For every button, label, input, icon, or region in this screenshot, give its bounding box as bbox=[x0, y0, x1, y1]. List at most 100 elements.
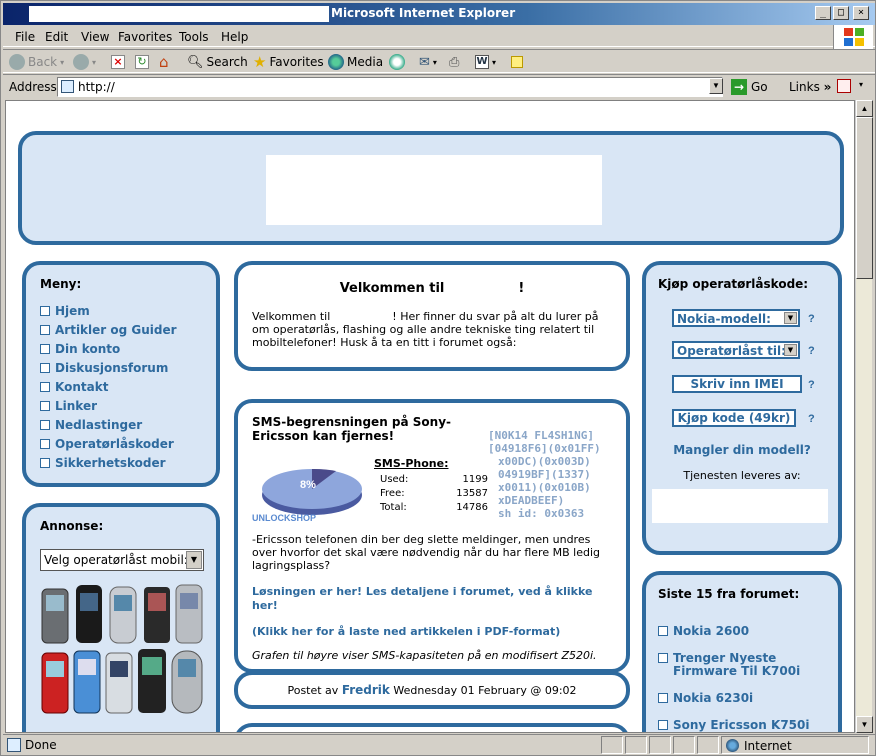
article-body: -Ericsson telefonen din ber deg slette m… bbox=[252, 533, 600, 572]
sms-row-used: Used: 1199 bbox=[380, 474, 488, 485]
operator-select[interactable]: Operatørlåst til: ▼ bbox=[672, 341, 800, 359]
mail-button[interactable]: ✉ ▾ bbox=[419, 53, 437, 71]
pdf-icon[interactable] bbox=[837, 79, 851, 93]
globe-icon bbox=[726, 739, 739, 752]
window-title: Microsoft Internet Explorer bbox=[331, 6, 516, 20]
checkbox-icon bbox=[658, 693, 668, 703]
status-cell bbox=[649, 736, 671, 754]
welcome-text: Velkommen til! Her finner du svar på alt… bbox=[252, 310, 599, 349]
imei-button[interactable]: Skriv inn IMEI bbox=[672, 375, 802, 393]
forum-panel: Siste 15 fra forumet: Nokia 2600 Trenger… bbox=[642, 571, 842, 732]
ad-panel: Annonse: Velg operatørlåst mobil: ▼ bbox=[22, 503, 220, 732]
scroll-thumb[interactable] bbox=[856, 117, 873, 279]
address-bar: Address http:// ▼ → Go Links » ▾ bbox=[3, 74, 875, 98]
welcome-panel: Velkommen til! Velkommen til! Her finner… bbox=[234, 261, 630, 371]
unlockshop-logo: UNLOCKSHOP bbox=[252, 513, 317, 523]
vertical-scrollbar[interactable]: ▲ ▼ bbox=[855, 100, 873, 733]
nokia-model-select[interactable]: Nokia-modell: ▼ bbox=[672, 309, 800, 327]
nav-sikkerhetskoder[interactable]: Sikkerhetskoder bbox=[40, 453, 202, 472]
title-bar: Microsoft Internet Explorer _ □ × bbox=[3, 3, 875, 25]
buy-code-button[interactable]: Kjøp kode (49kr) bbox=[672, 409, 796, 427]
model-help-icon[interactable]: ? bbox=[808, 313, 815, 325]
imei-help-icon[interactable]: ? bbox=[808, 379, 815, 391]
back-arrow-icon bbox=[9, 54, 25, 70]
menu-view[interactable]: View bbox=[81, 30, 109, 44]
history-button[interactable] bbox=[389, 53, 405, 71]
mail-icon: ✉ bbox=[419, 54, 430, 70]
forward-arrow-icon bbox=[73, 54, 89, 70]
checkbox-icon bbox=[40, 419, 50, 430]
refresh-button[interactable]: ↻ bbox=[135, 53, 149, 71]
home-button[interactable]: ⌂ bbox=[159, 53, 169, 71]
menu-title: Meny: bbox=[40, 277, 82, 291]
back-button[interactable]: Back ▾ bbox=[9, 53, 64, 71]
print-icon: ⎙ bbox=[449, 54, 460, 70]
edit-button[interactable]: W ▾ bbox=[475, 53, 496, 71]
menu-panel: Meny: Hjem Artikler og Guider Din konto … bbox=[22, 261, 220, 487]
scroll-down-icon[interactable]: ▼ bbox=[856, 716, 873, 733]
zone-text: Internet bbox=[744, 739, 792, 753]
star-icon: ★ bbox=[253, 53, 267, 71]
menu-edit[interactable]: Edit bbox=[45, 30, 68, 44]
flashing-code-image: [N0K14 FL4SH1NG] [04918F6](0x01FF) x00DC… bbox=[488, 429, 601, 520]
forum-item[interactable]: Sony Ericsson K750i bbox=[658, 719, 826, 732]
nav-din-konto[interactable]: Din konto bbox=[40, 339, 202, 358]
provided-by-label: Tjenesten leveres av: bbox=[683, 469, 801, 482]
refresh-icon: ↻ bbox=[135, 55, 149, 69]
pie-label: 8% bbox=[300, 479, 316, 491]
media-button[interactable]: Media bbox=[328, 53, 383, 71]
forum-item[interactable]: Nokia 6230i bbox=[658, 692, 826, 705]
checkbox-icon bbox=[40, 343, 50, 354]
nav-diskusjonsforum[interactable]: Diskusjonsforum bbox=[40, 358, 202, 377]
menu-tools[interactable]: Tools bbox=[179, 30, 209, 44]
missing-model-link[interactable]: Mangler din modell? bbox=[646, 443, 838, 457]
forward-button[interactable]: ▾ bbox=[73, 53, 96, 71]
address-input[interactable]: http:// bbox=[57, 77, 723, 97]
note-icon bbox=[511, 56, 523, 68]
close-button[interactable]: × bbox=[853, 6, 869, 20]
links-toolbar[interactable]: Links » bbox=[789, 80, 831, 94]
stop-button[interactable]: × bbox=[111, 53, 125, 71]
home-icon: ⌂ bbox=[159, 53, 169, 71]
scroll-up-icon[interactable]: ▲ bbox=[856, 100, 873, 117]
nav-hjem[interactable]: Hjem bbox=[40, 301, 202, 320]
forum-item[interactable]: Nokia 2600 bbox=[658, 625, 826, 638]
menu-favorites[interactable]: Favorites bbox=[118, 30, 172, 44]
menu-bar: File Edit View Favorites Tools Help bbox=[3, 27, 875, 47]
chart-caption: Grafen til høyre viser SMS-kapasiteten p… bbox=[252, 649, 597, 662]
nav-kontakt[interactable]: Kontakt bbox=[40, 377, 202, 396]
discuss-button[interactable] bbox=[511, 53, 523, 71]
provider-logo bbox=[652, 489, 828, 523]
history-icon bbox=[389, 54, 405, 70]
next-article-panel bbox=[234, 723, 630, 732]
minimize-button[interactable]: _ bbox=[815, 6, 831, 20]
article-panel: SMS-begrensningen på Sony-Ericsson kan f… bbox=[234, 399, 630, 673]
search-button[interactable]: 🔍︎ Search bbox=[187, 53, 248, 71]
maximize-button[interactable]: □ bbox=[833, 6, 849, 20]
posted-by-bar: Postet av Fredrik Wednesday 01 February … bbox=[234, 671, 630, 709]
stop-icon: × bbox=[111, 55, 125, 69]
checkbox-icon bbox=[40, 381, 50, 392]
nav-linker[interactable]: Linker bbox=[40, 396, 202, 415]
nav-operatorlaskoder[interactable]: Operatørlåskoder bbox=[40, 434, 202, 453]
browser-window: Microsoft Internet Explorer _ □ × File E… bbox=[0, 0, 876, 756]
menu-help[interactable]: Help bbox=[221, 30, 248, 44]
operator-help-icon[interactable]: ? bbox=[808, 345, 815, 357]
buy-title: Kjøp operatørlåskode: bbox=[658, 277, 809, 291]
status-cell bbox=[601, 736, 623, 754]
menu-file[interactable]: File bbox=[15, 30, 35, 44]
address-dropdown[interactable]: ▼ bbox=[709, 78, 723, 94]
buy-help-icon[interactable]: ? bbox=[808, 413, 815, 425]
author-link[interactable]: Fredrik bbox=[342, 683, 390, 697]
print-button[interactable]: ⎙ bbox=[449, 53, 459, 71]
forum-link[interactable]: Løsningen er her! Les detaljene i forume… bbox=[252, 585, 616, 613]
nav-nedlastinger[interactable]: Nedlastinger bbox=[40, 415, 202, 434]
status-text: Done bbox=[25, 738, 57, 752]
favorites-button[interactable]: ★ Favorites bbox=[253, 53, 324, 71]
sms-row-free: Free: 13587 bbox=[380, 488, 488, 499]
pdf-link[interactable]: (Klikk her for å laste ned artikkelen i … bbox=[252, 625, 616, 638]
go-button[interactable]: → Go bbox=[731, 79, 768, 95]
forum-item[interactable]: Trenger Nyeste Firmware Til K700i bbox=[658, 652, 826, 678]
phone-select[interactable]: Velg operatørlåst mobil: ▼ bbox=[40, 549, 204, 571]
nav-artikler[interactable]: Artikler og Guider bbox=[40, 320, 202, 339]
